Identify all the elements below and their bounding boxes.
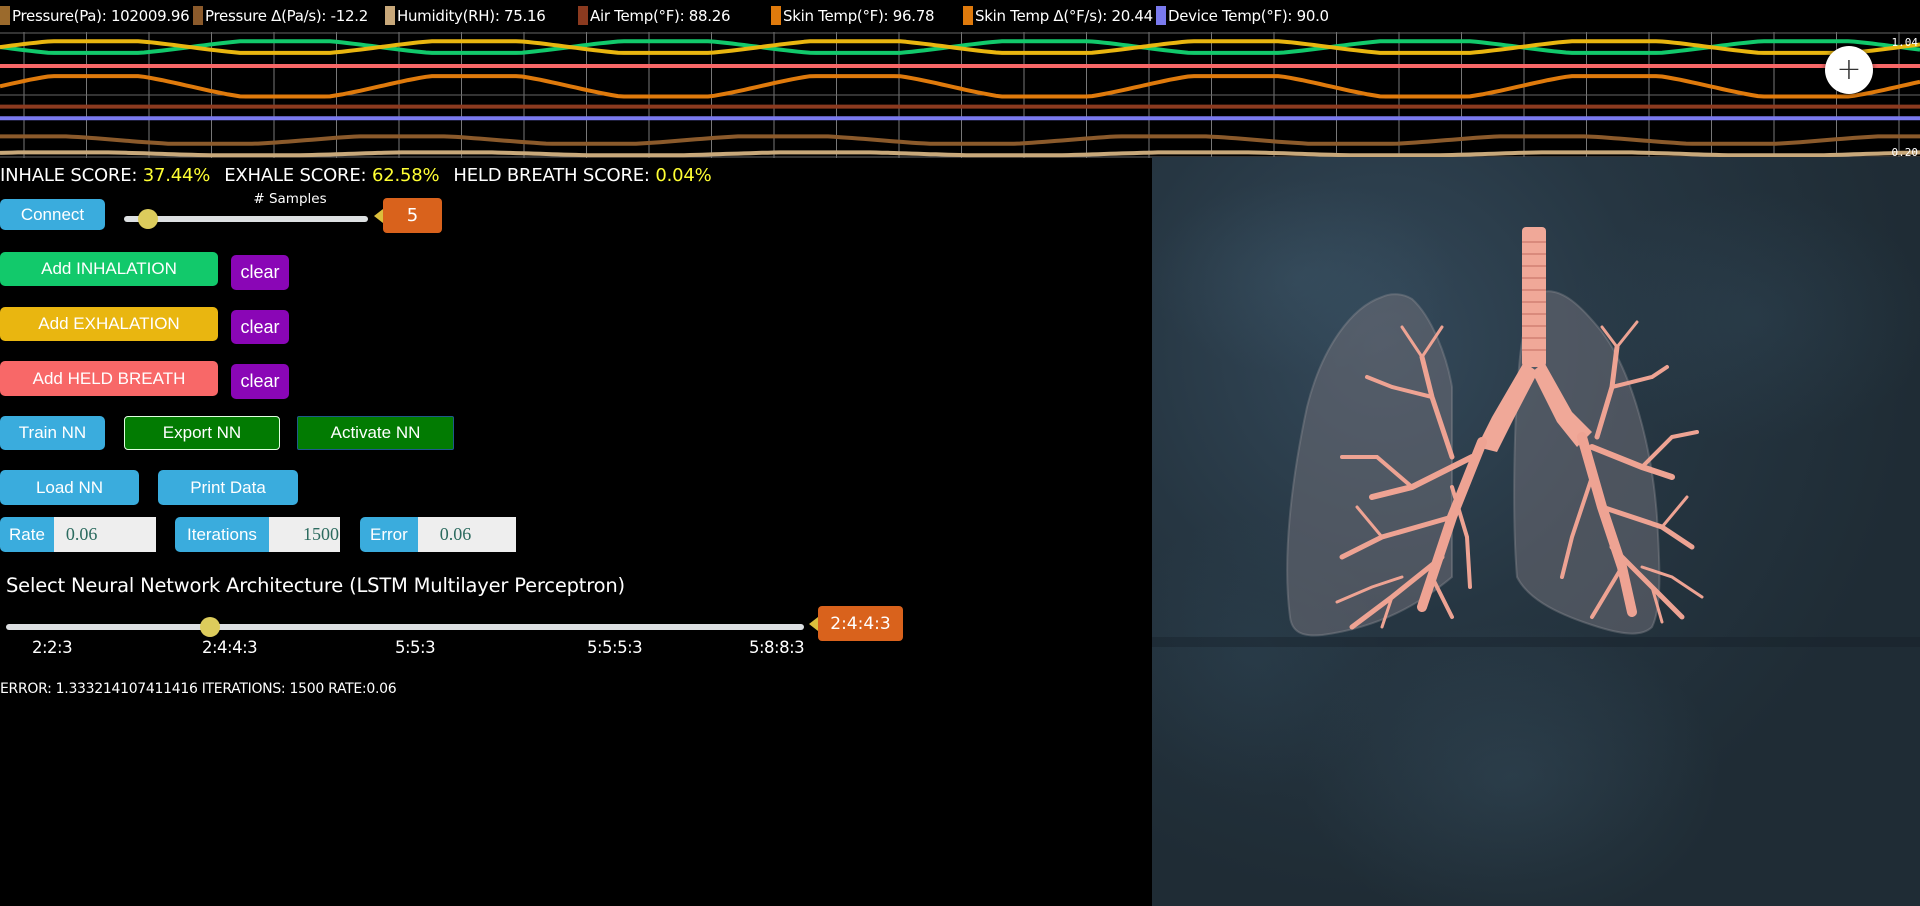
samples-value: 5 [374, 198, 442, 233]
legend-swatch [578, 6, 588, 25]
inhale-score-value: 37.44% [142, 165, 211, 186]
architecture-slider-handle[interactable] [200, 617, 221, 637]
legend-swatch [0, 6, 10, 25]
legend-swatch [963, 6, 973, 25]
training-status: ERROR: 1.333214107411416 ITERATIONS: 150… [0, 681, 397, 697]
sensor-chart: 1.04 0.20 [0, 32, 1920, 158]
export-nn-button[interactable]: Export NN [124, 416, 280, 450]
series-line-pressure-delta [0, 134, 1920, 146]
chart-series [0, 39, 1920, 158]
legend-item-device-temp: Device Temp(°F): 90.0 [1156, 6, 1329, 25]
error-label: Error [360, 517, 418, 552]
clear-inhalation-button[interactable]: clear [231, 255, 289, 290]
y-max-label: 1.04 [1892, 36, 1919, 49]
error-group: Error [360, 517, 523, 552]
architecture-title: Select Neural Network Architecture (LSTM… [6, 574, 625, 597]
tick-label: 5:8:8:3 [749, 638, 805, 657]
inhale-score-label: INHALE SCORE: [0, 165, 143, 186]
print-data-button[interactable]: Print Data [158, 470, 298, 505]
legend-label: Pressure Δ(Pa/s): -12.2 [205, 6, 368, 25]
legend-label: Device Temp(°F): 90.0 [1168, 6, 1329, 25]
series-line-skin-temp [0, 74, 1920, 99]
architecture-value: 2:4:4:3 [809, 606, 903, 641]
legend-swatch [1156, 6, 1166, 25]
plus-icon: + [1836, 52, 1862, 87]
rate-label: Rate [0, 517, 54, 552]
legend-item-pressure: Pressure(Pa): 102009.96 [0, 6, 190, 25]
add-inhalation-button[interactable]: Add INHALATION [0, 252, 218, 286]
held-score-value: 0.04% [655, 165, 712, 186]
legend-item-air-temp: Air Temp(°F): 88.26 [578, 6, 731, 25]
train-nn-button[interactable]: Train NN [0, 416, 105, 450]
tick-label: 5:5:5:3 [587, 638, 643, 657]
tick-label: 2:4:4:3 [202, 638, 258, 657]
tick-label: 2:2:3 [32, 638, 73, 657]
rate-group: Rate [0, 517, 162, 552]
clear-exhalation-button[interactable]: clear [231, 310, 289, 344]
lungs-illustration [1286, 227, 1704, 637]
add-exhalation-button[interactable]: Add EXHALATION [0, 307, 218, 341]
activate-nn-button[interactable]: Activate NN [297, 416, 454, 450]
exhale-score-value: 62.58% [371, 165, 440, 186]
legend-item-skin-temp-delta: Skin Temp Δ(°F/s): 20.44 [963, 6, 1153, 25]
legend-swatch [385, 6, 395, 25]
iterations-group: Iterations [175, 517, 347, 552]
legend-swatch [193, 6, 203, 25]
legend-label: Skin Temp Δ(°F/s): 20.44 [975, 6, 1153, 25]
sensor-legend: Pressure(Pa): 102009.96 Pressure Δ(Pa/s)… [0, 0, 1920, 28]
series-line-humidity [0, 150, 1920, 158]
tick-label: 5:5:3 [395, 638, 436, 657]
scores-row: INHALE SCORE: 37.44% EXHALE SCORE: 62.58%… [0, 165, 712, 186]
error-input[interactable] [417, 517, 516, 552]
clear-held-breath-button[interactable]: clear [231, 364, 289, 399]
legend-label: Humidity(RH): 75.16 [397, 6, 546, 25]
legend-label: Air Temp(°F): 88.26 [590, 6, 731, 25]
legend-label: Pressure(Pa): 102009.96 [12, 6, 190, 25]
connect-button[interactable]: Connect [0, 199, 105, 230]
samples-label: # Samples [253, 191, 327, 207]
iterations-input[interactable] [268, 517, 340, 552]
add-chart-button[interactable]: + [1825, 46, 1873, 94]
trachea [1522, 227, 1546, 367]
exhale-score-label: EXHALE SCORE: [224, 165, 372, 186]
rate-input[interactable] [53, 517, 156, 552]
add-held-breath-button[interactable]: Add HELD BREATH [0, 361, 218, 396]
samples-slider-track[interactable] [124, 216, 368, 222]
samples-slider-handle[interactable] [138, 209, 159, 229]
legend-item-pressure-delta: Pressure Δ(Pa/s): -12.2 [193, 6, 368, 25]
iterations-label: Iterations [175, 517, 269, 552]
held-score-label: HELD BREATH SCORE: [453, 165, 656, 186]
legend-item-humidity: Humidity(RH): 75.16 [385, 6, 546, 25]
load-nn-button[interactable]: Load NN [0, 470, 139, 505]
legend-label: Skin Temp(°F): 96.78 [783, 6, 935, 25]
architecture-slider-track[interactable] [6, 624, 804, 630]
lungs-image [1152, 157, 1920, 906]
legend-swatch [771, 6, 781, 25]
legend-item-skin-temp: Skin Temp(°F): 96.78 [771, 6, 935, 25]
